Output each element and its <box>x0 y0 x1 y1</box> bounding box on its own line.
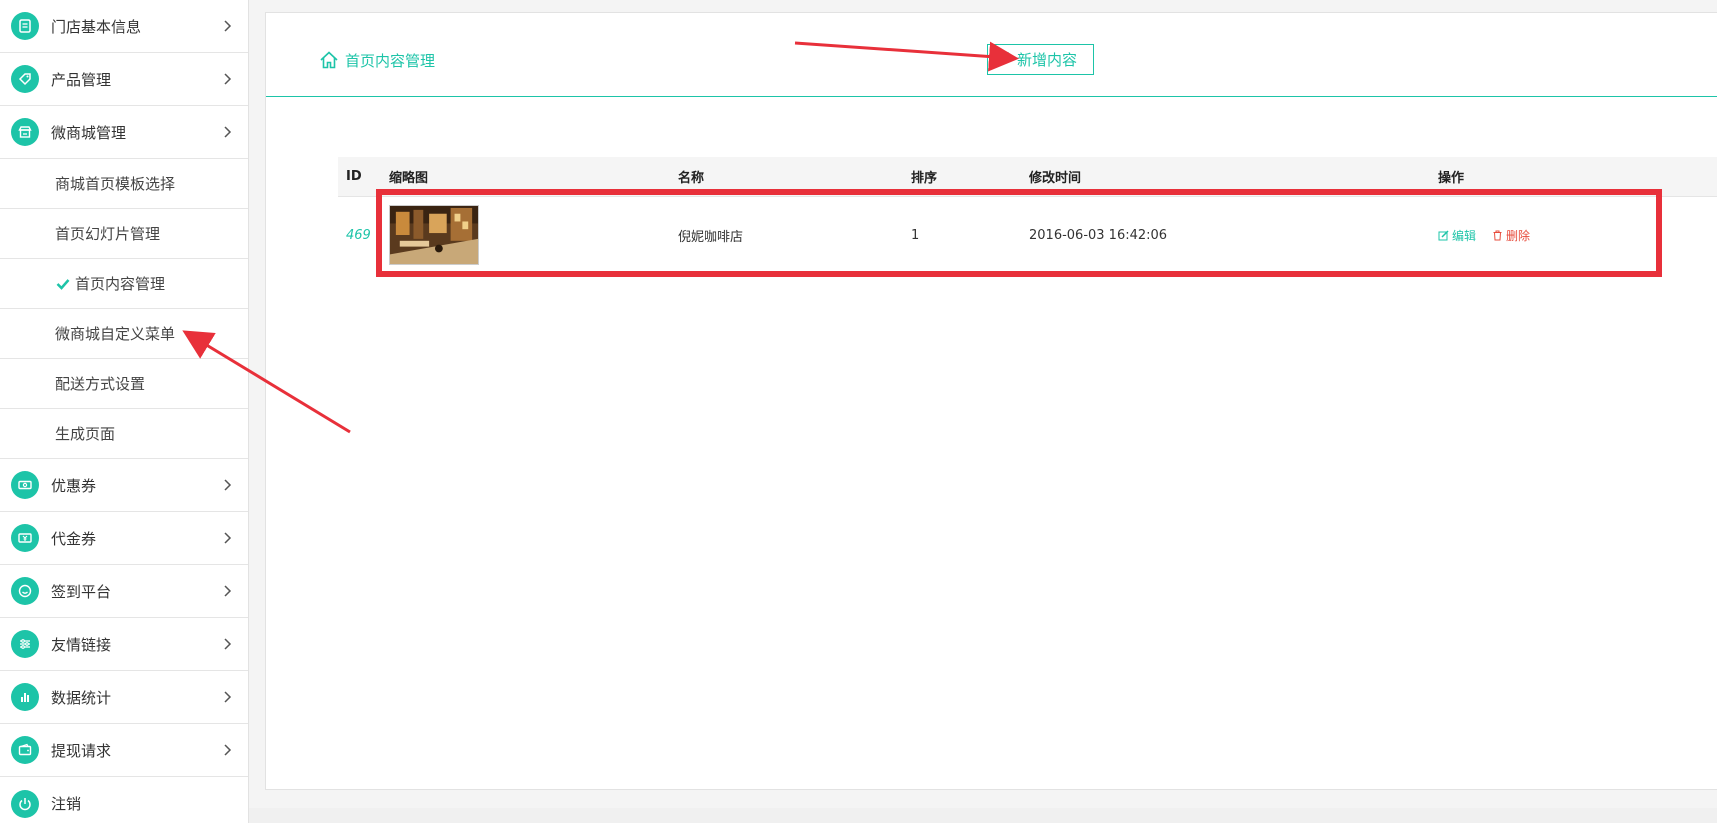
sidebar-subitem-label: 首页幻灯片管理 <box>55 225 161 243</box>
sidebar-subitem-label: 商城首页模板选择 <box>55 175 176 193</box>
add-content-icon <box>996 51 1009 67</box>
chevron-right-icon <box>224 73 232 85</box>
bar-chart-icon <box>11 683 39 711</box>
page-footer-strip <box>249 808 1717 823</box>
checkmark-icon <box>56 278 70 290</box>
column-header-id: ID <box>346 169 362 184</box>
page-header: 首页内容管理 新增内容 <box>266 13 1717 97</box>
sidebar-subitem-slides[interactable]: 首页幻灯片管理 <box>0 209 248 259</box>
sidebar-subitem-template[interactable]: 商城首页模板选择 <box>0 159 248 209</box>
sidebar-item-logout[interactable]: 注销 <box>0 777 248 823</box>
wallet-icon <box>11 736 39 764</box>
delete-button[interactable]: 删除 <box>1492 227 1530 244</box>
table-header: ID 缩略图 名称 排序 修改时间 操作 <box>338 157 1717 197</box>
sliders-icon <box>11 630 39 658</box>
sidebar-subitem-label: 微商城自定义菜单 <box>55 325 176 343</box>
sidebar-subitem-label: 首页内容管理 <box>75 275 166 293</box>
sidebar-subitem-generate-page[interactable]: 生成页面 <box>0 409 248 459</box>
sidebar-item-statistics[interactable]: 数据统计 <box>0 671 248 724</box>
edit-label: 编辑 <box>1452 228 1477 243</box>
sidebar-item-label: 数据统计 <box>51 688 112 707</box>
sidebar-item-label: 优惠券 <box>51 476 97 495</box>
breadcrumb[interactable]: 首页内容管理 <box>318 49 435 71</box>
sidebar-item-label: 代金券 <box>51 529 97 548</box>
main-panel: 首页内容管理 新增内容 ID 缩略图 名称 排序 修改时间 操作 469 倪妮咖… <box>265 12 1717 790</box>
document-icon <box>11 12 39 40</box>
chevron-right-icon <box>224 638 232 650</box>
chevron-right-icon <box>224 585 232 597</box>
sidebar-subitem-custom-menu[interactable]: 微商城自定义菜单 <box>0 309 248 359</box>
edit-icon <box>1438 229 1449 240</box>
row-id-link[interactable]: 469 <box>346 228 371 243</box>
chevron-right-icon <box>224 744 232 756</box>
column-header-sort: 排序 <box>911 171 938 186</box>
row-name: 倪妮咖啡店 <box>678 229 744 245</box>
chevron-right-icon <box>224 126 232 138</box>
breadcrumb-label: 首页内容管理 <box>345 51 436 70</box>
tag-icon <box>11 65 39 93</box>
sidebar-subitem-delivery[interactable]: 配送方式设置 <box>0 359 248 409</box>
trash-icon <box>1493 230 1502 240</box>
sidebar-item-withdraw[interactable]: 提现请求 <box>0 724 248 777</box>
sidebar-item-mall[interactable]: 微商城管理 <box>0 106 248 159</box>
row-modified: 2016-06-03 16:42:06 <box>1029 227 1168 243</box>
home-icon <box>320 51 338 69</box>
sidebar-item-checkin[interactable]: 签到平台 <box>0 565 248 618</box>
store-icon <box>11 118 39 146</box>
chevron-right-icon <box>224 20 232 32</box>
column-header-thumbnail: 缩略图 <box>389 171 429 186</box>
sidebar-item-store-info[interactable]: 门店基本信息 <box>0 0 248 53</box>
column-header-actions: 操作 <box>1438 171 1465 186</box>
column-header-modified: 修改时间 <box>1029 171 1082 186</box>
sidebar-item-links[interactable]: 友情链接 <box>0 618 248 671</box>
sidebar-item-coupons[interactable]: 优惠券 <box>0 459 248 512</box>
chevron-right-icon <box>224 532 232 544</box>
sidebar-subitem-label: 生成页面 <box>55 425 116 443</box>
chevron-right-icon <box>224 479 232 491</box>
delete-label: 删除 <box>1506 228 1531 243</box>
column-header-name: 名称 <box>678 171 705 186</box>
power-icon <box>11 789 39 818</box>
sidebar-subitem-label: 配送方式设置 <box>55 375 146 393</box>
thumbnail-image <box>389 205 479 265</box>
edit-button[interactable]: 编辑 <box>1438 227 1476 244</box>
sidebar-item-label: 提现请求 <box>51 741 112 760</box>
sidebar-item-products[interactable]: 产品管理 <box>0 53 248 106</box>
smile-icon <box>11 577 39 605</box>
sidebar-item-label: 友情链接 <box>51 635 112 654</box>
add-content-button[interactable]: 新增内容 <box>987 44 1094 75</box>
table-row: 469 倪妮咖啡店 1 2016-06-03 16:42:06 编辑 删除 <box>338 197 1717 273</box>
coupon-icon <box>11 471 39 499</box>
add-content-label: 新增内容 <box>1017 51 1078 69</box>
row-sort: 1 <box>911 227 920 243</box>
sidebar-item-vouchers[interactable]: 代金券 <box>0 512 248 565</box>
sidebar-item-label: 门店基本信息 <box>51 17 142 36</box>
sidebar-item-label: 产品管理 <box>51 70 112 89</box>
sidebar-subitem-home-content[interactable]: 首页内容管理 <box>0 259 248 309</box>
sidebar-item-label: 微商城管理 <box>51 123 127 142</box>
voucher-icon <box>11 524 39 552</box>
chevron-right-icon <box>224 691 232 703</box>
sidebar-item-label: 签到平台 <box>51 582 112 601</box>
sidebar: 门店基本信息 产品管理 微商城管理 商城首页模板选择 首页幻灯片管理 首页内容管… <box>0 0 249 823</box>
sidebar-item-label: 注销 <box>51 795 82 813</box>
content-table: ID 缩略图 名称 排序 修改时间 操作 469 倪妮咖啡店 1 2016-06… <box>338 157 1717 273</box>
